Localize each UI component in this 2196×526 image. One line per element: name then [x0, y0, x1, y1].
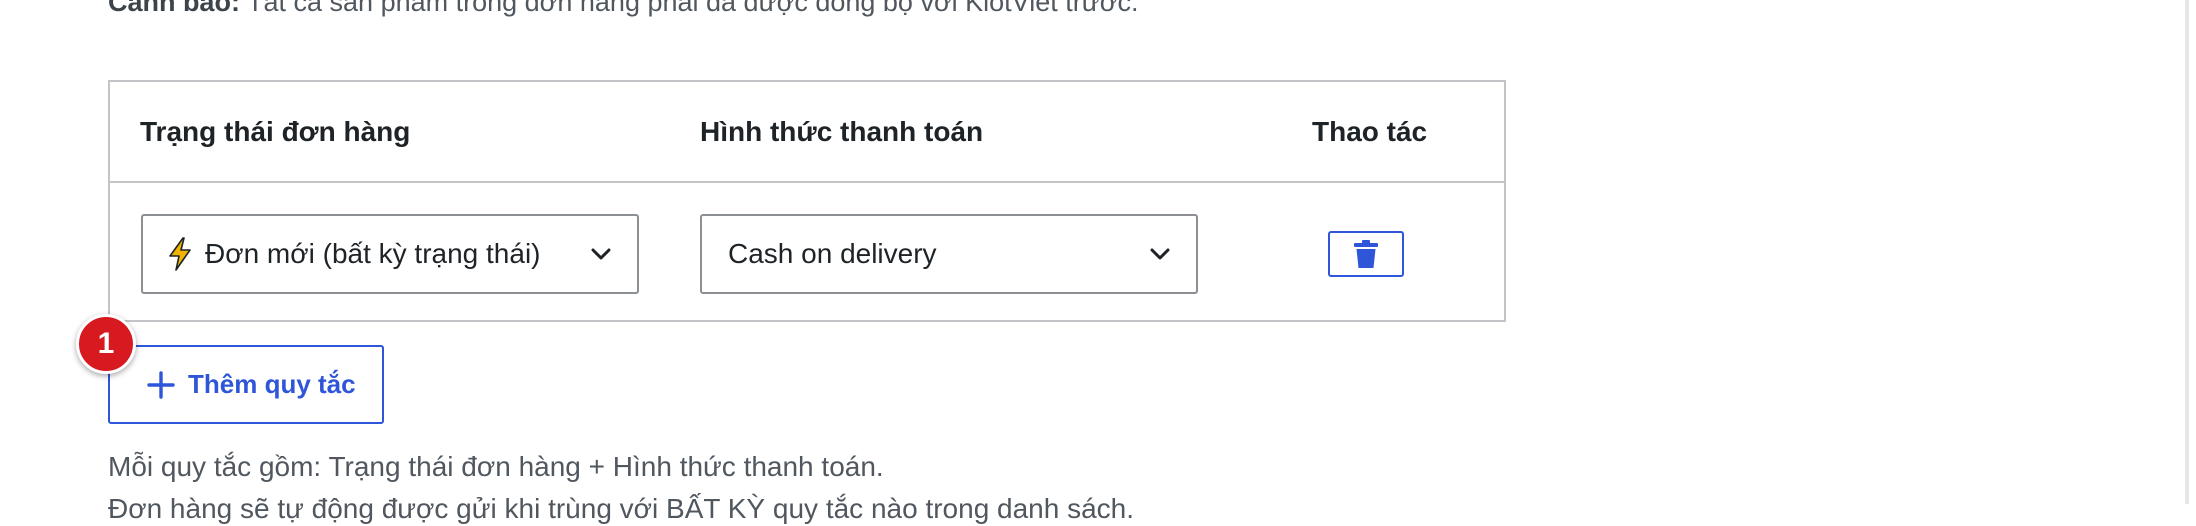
column-header-actions: Thao tác — [1312, 116, 1428, 147]
plus-icon — [147, 370, 175, 399]
payment-method-select[interactable]: Cash on delivery — [700, 214, 1198, 294]
order-status-value: Đơn mới (bất kỳ trạng thái) — [205, 238, 541, 269]
add-rule-label: Thêm quy tắc — [188, 369, 356, 399]
rules-table: Trạng thái đơn hàng Hình thức thanh toán… — [108, 80, 1506, 322]
step-number-badge: 1 — [76, 314, 136, 374]
scrollbar-divider — [2185, 0, 2189, 504]
order-status-select[interactable]: Đơn mới (bất kỳ trạng thái) — [141, 214, 639, 294]
delete-rule-button[interactable] — [1328, 231, 1404, 277]
column-header-payment: Hình thức thanh toán — [700, 116, 984, 147]
help-text-matching: Đơn hàng sẽ tự động được gửi khi trùng v… — [108, 493, 1135, 524]
warning-message: Cảnh báo: Tất cả sản phẩm trong đơn hàng… — [108, 0, 1139, 18]
lightning-bolt-icon — [169, 237, 191, 271]
chevron-down-icon — [591, 248, 611, 260]
chevron-down-icon — [1150, 248, 1170, 260]
warning-label: Cảnh báo: — [108, 0, 240, 17]
trash-icon — [1354, 240, 1378, 268]
payment-method-value: Cash on delivery — [728, 238, 937, 269]
page-scrollbar[interactable] — [2150, 0, 2196, 504]
table-header: Trạng thái đơn hàng Hình thức thanh toán… — [110, 82, 1504, 183]
help-text-rule-format: Mỗi quy tắc gồm: Trạng thái đơn hàng + H… — [108, 451, 884, 482]
add-rule-button[interactable]: Thêm quy tắc — [108, 345, 384, 424]
warning-text: Tất cả sản phẩm trong đơn hàng phải đã đ… — [240, 0, 1139, 17]
column-header-status: Trạng thái đơn hàng — [140, 116, 411, 147]
